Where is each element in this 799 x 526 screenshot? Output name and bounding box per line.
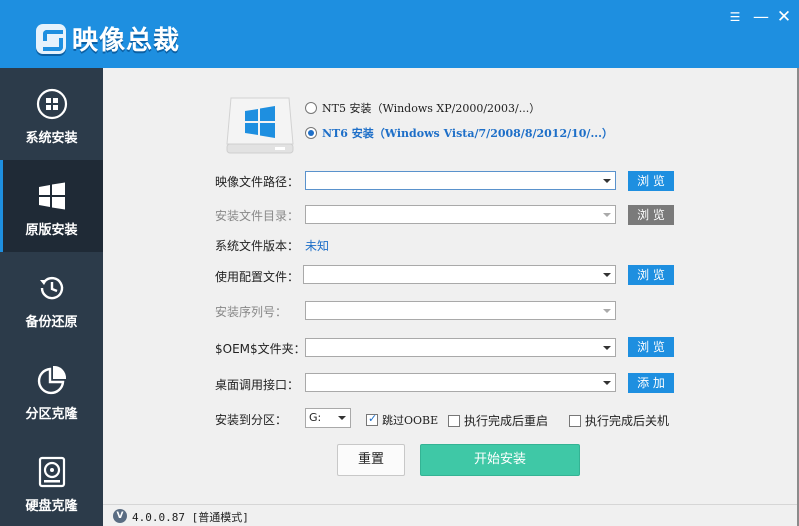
add-desktop-api-button[interactable]: 添 加	[628, 373, 674, 393]
oem-folder-combo[interactable]	[305, 338, 616, 357]
install-dir-label: 安装文件目录：	[215, 209, 300, 223]
serial-combo[interactable]	[305, 301, 616, 320]
sidebar-item-label: 硬盘克隆	[25, 499, 78, 514]
image-path-combo[interactable]	[305, 171, 616, 190]
sidebar: 系统安装 原版安装 备份还原 分区克隆 硬盘克隆	[0, 68, 103, 526]
restart-after-checkbox[interactable]: 执行完成后重启	[448, 412, 548, 429]
version-text: 4.0.0.87 [普通模式]	[132, 511, 249, 524]
sidebar-item-disk-clone[interactable]: 硬盘克隆	[0, 436, 103, 526]
drive-windows-icon	[226, 97, 294, 154]
partition-value: G:	[309, 411, 322, 424]
config-file-label: 使用配置文件：	[215, 270, 300, 284]
checkbox-label: 跳过OOBE	[382, 414, 439, 427]
nt5-label: NT5 安装（Windows XP/2000/2003/...）	[322, 102, 541, 115]
checkbox-label: 执行完成后重启	[464, 414, 549, 428]
nt5-radio[interactable]	[305, 102, 317, 114]
sidebar-item-system-install[interactable]: 系统安装	[0, 68, 103, 160]
config-file-combo[interactable]	[303, 265, 616, 284]
app-title: 映像总裁	[72, 26, 181, 56]
checkbox-box[interactable]	[569, 414, 581, 427]
install-dir-combo[interactable]	[305, 205, 616, 224]
sidebar-item-label: 备份还原	[25, 315, 78, 330]
browse-oem-button[interactable]: 浏 览	[628, 337, 674, 357]
version-badge-icon: V	[113, 509, 127, 523]
checkbox-label: 执行完成后关机	[585, 414, 670, 428]
sidebar-item-backup-restore[interactable]: 备份还原	[0, 252, 103, 344]
nt6-label: NT6 安装（Windows Vista/7/2008/8/2012/10/..…	[322, 127, 613, 140]
browse-image-button[interactable]: 浏 览	[628, 171, 674, 191]
harddisk-icon	[38, 456, 66, 488]
checkbox-box[interactable]	[366, 412, 378, 426]
clock-restore-icon	[40, 276, 64, 300]
browse-config-button[interactable]: 浏 览	[628, 265, 674, 285]
chevron-down-icon[interactable]	[603, 309, 611, 313]
status-bar: V 4.0.0.87 [普通模式]	[103, 504, 797, 526]
partition-select[interactable]: G:	[305, 408, 351, 428]
title-bar: 映像总裁 ☰ — ✕	[0, 0, 799, 68]
windows-disc-icon	[36, 88, 68, 120]
serial-label: 安装序列号：	[215, 305, 288, 319]
chevron-down-icon[interactable]	[603, 213, 611, 217]
app-logo: 映像总裁	[36, 20, 180, 57]
chevron-down-icon[interactable]	[338, 416, 346, 420]
sidebar-item-label: 原版安装	[25, 223, 78, 238]
sidebar-item-partition-clone[interactable]: 分区克隆	[0, 344, 103, 436]
desktop-api-label: 桌面调用接口：	[215, 378, 300, 392]
nt6-radio-option[interactable]: NT6 安装（Windows Vista/7/2008/8/2012/10/..…	[305, 125, 613, 141]
checkbox-box[interactable]	[448, 414, 460, 427]
reset-button[interactable]: 重置	[337, 444, 405, 476]
chevron-down-icon[interactable]	[603, 346, 611, 350]
chevron-down-icon[interactable]	[603, 179, 611, 183]
sidebar-item-original-install[interactable]: 原版安装	[0, 160, 103, 252]
nt6-radio[interactable]	[305, 127, 317, 139]
image-path-label: 映像文件路径：	[215, 175, 300, 189]
pie-partition-icon	[37, 365, 67, 395]
desktop-api-combo[interactable]	[305, 373, 616, 392]
chevron-down-icon[interactable]	[603, 381, 611, 385]
sidebar-item-label: 系统安装	[25, 131, 78, 146]
sidebar-item-label: 分区克隆	[25, 407, 78, 422]
nt5-radio-option[interactable]: NT5 安装（Windows XP/2000/2003/...）	[305, 100, 540, 116]
chevron-down-icon[interactable]	[603, 273, 611, 277]
sys-version-label: 系统文件版本：	[215, 239, 300, 253]
logo-s-icon	[36, 23, 66, 54]
skip-oobe-checkbox[interactable]: 跳过OOBE	[366, 412, 438, 428]
minimize-button[interactable]: —	[752, 8, 770, 26]
shutdown-after-checkbox[interactable]: 执行完成后关机	[569, 412, 669, 429]
sys-version-value: 未知	[305, 239, 330, 253]
browse-install-dir-button[interactable]: 浏 览	[628, 205, 674, 225]
windows-logo-icon	[39, 182, 65, 210]
oem-folder-label: $OEM$文件夹：	[215, 342, 306, 356]
menu-icon[interactable]: ☰	[726, 8, 744, 26]
main-panel: NT5 安装（Windows XP/2000/2003/...） NT6 安装（…	[103, 68, 797, 504]
start-install-button[interactable]: 开始安装	[420, 444, 580, 476]
partition-label: 安装到分区：	[215, 413, 288, 427]
close-button[interactable]: ✕	[775, 8, 793, 26]
